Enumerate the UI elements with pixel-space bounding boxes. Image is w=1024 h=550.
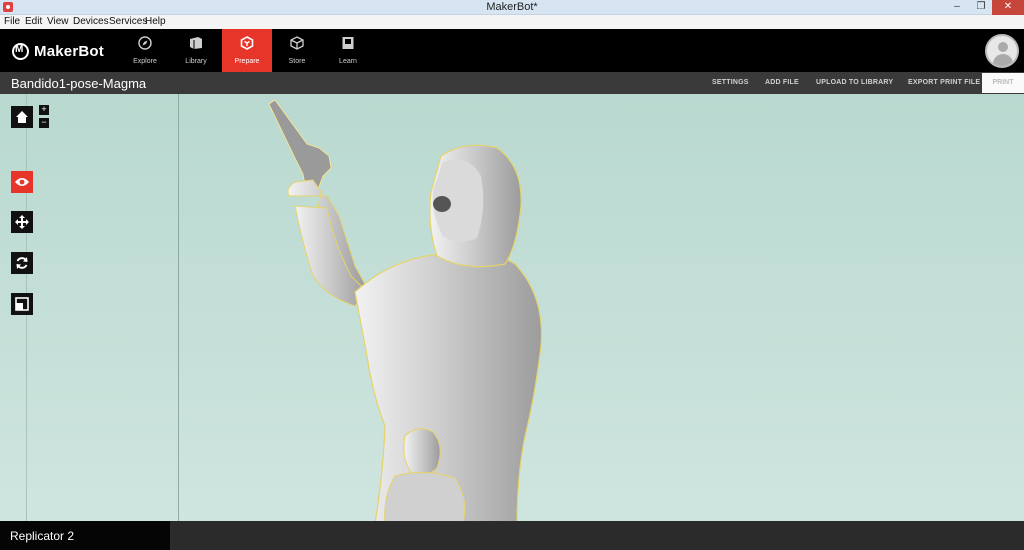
menu-services[interactable]: Services <box>109 16 147 27</box>
tab-library[interactable]: Library <box>171 29 221 72</box>
library-icon <box>190 37 202 49</box>
brand-name: MakerBot <box>34 42 104 60</box>
learn-icon <box>342 37 354 49</box>
user-avatar[interactable] <box>985 34 1019 68</box>
move-tool-button[interactable] <box>11 211 33 233</box>
export-print-file-button[interactable]: EXPORT PRINT FILE <box>908 79 980 86</box>
rotate-tool-button[interactable] <box>11 252 33 274</box>
zoom-out-button[interactable]: − <box>39 118 49 128</box>
upload-to-library-button[interactable]: UPLOAD TO LIBRARY <box>816 79 893 86</box>
tab-learn-label: Learn <box>339 58 357 65</box>
menu-help[interactable]: Help <box>145 16 166 27</box>
settings-button[interactable]: SETTINGS <box>712 79 749 86</box>
build-volume-edge <box>178 94 179 521</box>
tab-learn[interactable]: Learn <box>323 29 373 72</box>
file-name: Bandido1-pose-Magma <box>11 76 147 91</box>
store-icon <box>290 36 304 50</box>
tab-library-label: Library <box>185 58 207 65</box>
maximize-icon[interactable]: ❐ <box>970 0 992 15</box>
app-header: MakerBot Explore Library Prepare Store L… <box>0 29 1024 72</box>
window-title: MakerBot* <box>486 1 538 13</box>
eye-icon <box>15 178 29 186</box>
scale-tool-button[interactable] <box>11 293 33 315</box>
makerbot-logo-icon <box>12 42 29 60</box>
close-icon[interactable]: ✕ <box>992 0 1024 15</box>
move-icon <box>15 215 29 229</box>
menu-devices[interactable]: Devices <box>73 16 109 27</box>
menu-bar: File Edit View Devices Services Help <box>0 15 1024 29</box>
tab-store[interactable]: Store <box>272 29 322 72</box>
tab-store-label: Store <box>288 58 306 65</box>
makerbot-logo: MakerBot <box>12 41 104 61</box>
file-bar: Bandido1-pose-Magma SETTINGS ADD FILE UP… <box>0 72 1024 94</box>
view-tool-button[interactable] <box>11 171 33 193</box>
print-button[interactable]: PRINT <box>982 73 1024 93</box>
3d-model-figure[interactable] <box>255 96 555 521</box>
tab-prepare-label: Prepare <box>234 58 260 65</box>
home-icon <box>16 111 28 123</box>
add-file-button[interactable]: ADD FILE <box>765 79 799 86</box>
menu-file[interactable]: File <box>4 16 20 27</box>
printer-selector[interactable]: Replicator 2 <box>0 521 170 550</box>
menu-view[interactable]: View <box>47 16 69 27</box>
menu-edit[interactable]: Edit <box>25 16 42 27</box>
window-title-bar: MakerBot* – ❐ ✕ <box>0 0 1024 15</box>
rotate-icon <box>16 257 28 269</box>
tab-prepare[interactable]: Prepare <box>222 29 272 72</box>
home-view-button[interactable] <box>11 106 33 128</box>
zoom-in-button[interactable]: + <box>39 105 49 115</box>
prepare-icon <box>240 36 254 50</box>
tab-explore-label: Explore <box>133 58 157 65</box>
minimize-icon[interactable]: – <box>946 0 968 15</box>
3d-viewport[interactable]: + − <box>0 94 1024 521</box>
scale-icon <box>15 297 29 311</box>
status-bar: Replicator 2 <box>0 521 1024 550</box>
compass-icon <box>138 36 152 50</box>
tab-explore[interactable]: Explore <box>120 29 170 72</box>
